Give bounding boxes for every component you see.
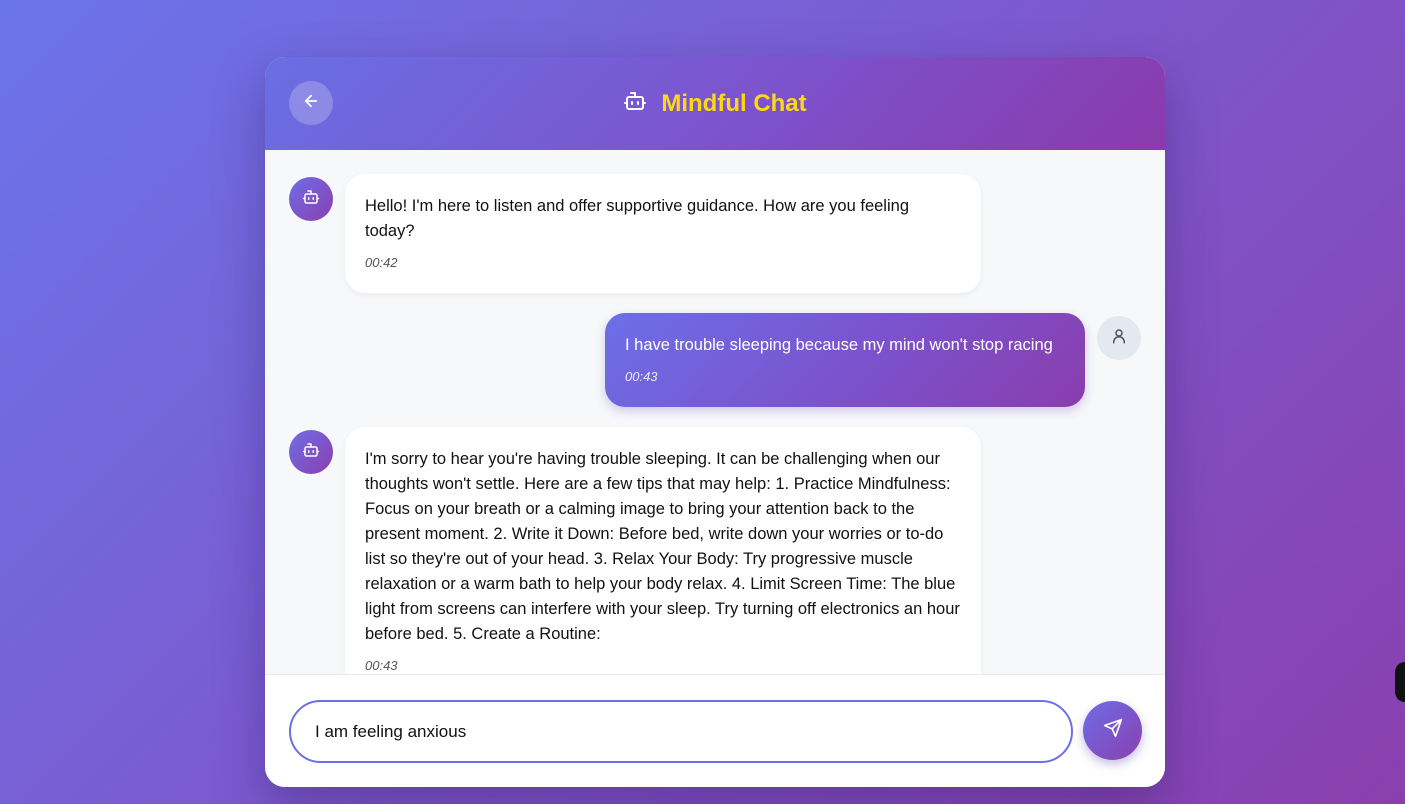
message-timestamp: 00:43	[365, 658, 398, 673]
message-timestamp: 00:43	[625, 369, 658, 384]
bot-avatar	[289, 430, 333, 474]
chat-window: Mindful Chat Hello! I'm here to listen a…	[265, 57, 1165, 787]
composer	[265, 674, 1165, 787]
user-message-bubble: I have trouble sleeping because my mind …	[605, 313, 1085, 407]
message-timestamp: 00:42	[365, 255, 398, 270]
user-icon	[1110, 327, 1128, 350]
message-text: I'm sorry to hear you're having trouble …	[365, 450, 960, 643]
bot-icon	[302, 441, 320, 464]
bot-avatar	[289, 177, 333, 221]
page-title: Mindful Chat	[661, 89, 807, 117]
bot-icon	[302, 188, 320, 211]
bot-message-bubble: Hello! I'm here to listen and offer supp…	[345, 174, 981, 293]
message-input[interactable]	[289, 700, 1073, 763]
message-text: I have trouble sleeping because my mind …	[625, 336, 1053, 354]
arrow-left-icon	[302, 92, 320, 115]
message-text: Hello! I'm here to listen and offer supp…	[365, 197, 909, 240]
chat-header: Mindful Chat	[265, 57, 1165, 150]
back-button[interactable]	[289, 81, 333, 125]
message-row: I'm sorry to hear you're having trouble …	[289, 427, 1141, 674]
message-row: I have trouble sleeping because my mind …	[289, 313, 1141, 407]
floating-widget-tab[interactable]	[1395, 662, 1405, 702]
bot-message-bubble: I'm sorry to hear you're having trouble …	[345, 427, 981, 674]
header-title-group: Mindful Chat	[623, 89, 807, 118]
message-list[interactable]: Hello! I'm here to listen and offer supp…	[265, 150, 1165, 674]
message-row: Hello! I'm here to listen and offer supp…	[289, 174, 1141, 293]
user-avatar	[1097, 316, 1141, 360]
bot-icon	[623, 89, 647, 118]
send-button[interactable]	[1083, 701, 1142, 760]
send-icon	[1103, 718, 1123, 743]
